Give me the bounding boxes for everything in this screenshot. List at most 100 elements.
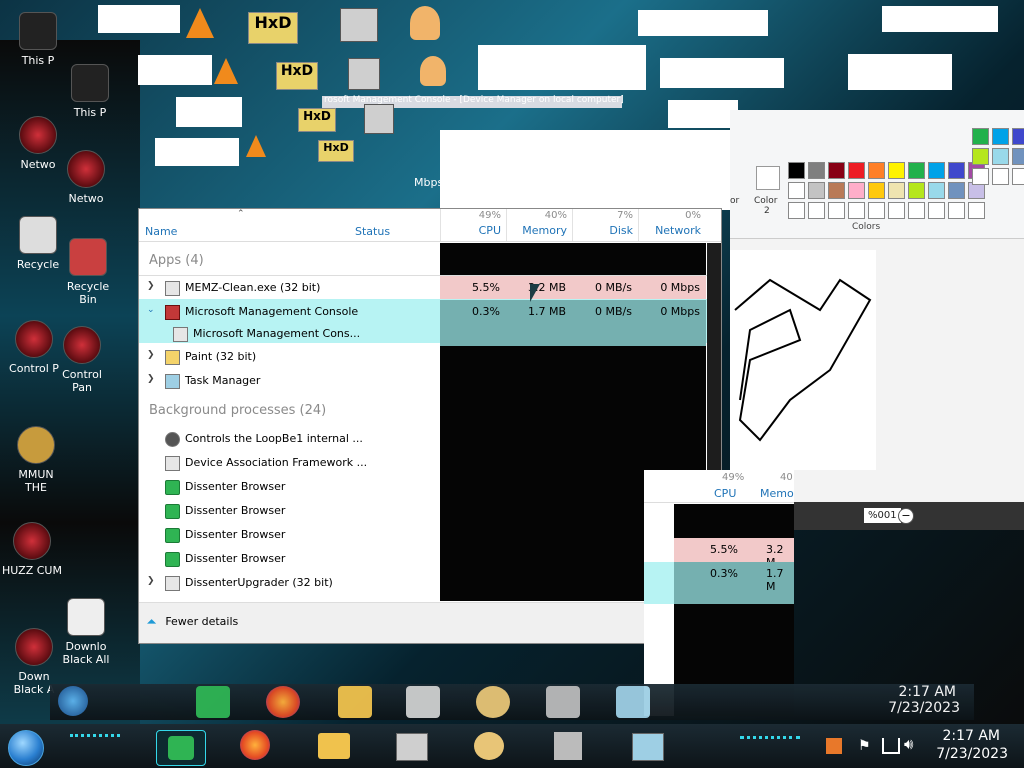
- color-swatch[interactable]: [848, 162, 865, 179]
- task-manager-window: ⌃ Name Status 49% CPU 40% Memory 7% Disk 0%…: [138, 208, 722, 644]
- process-row-dissenter[interactable]: Dissenter Browser: [139, 475, 707, 499]
- color-swatch[interactable]: [928, 202, 945, 219]
- color-swatch[interactable]: [868, 162, 885, 179]
- color-palette-ghost: [972, 128, 1024, 192]
- color2-swatch[interactable]: [756, 166, 780, 190]
- color-swatch[interactable]: [808, 182, 825, 199]
- process-name: MEMZ-Clean.exe (32 bit): [185, 281, 321, 294]
- color-swatch[interactable]: [828, 202, 845, 219]
- process-row-memz[interactable]: ❯ MEMZ-Clean.exe (32 bit) 5.5% 3.2 MB 0 …: [139, 275, 707, 301]
- color-swatch-ghost: [972, 168, 989, 185]
- hxd-icon: HxD: [248, 12, 298, 44]
- process-row-dissenter[interactable]: Dissenter Browser: [139, 523, 707, 547]
- color-swatch[interactable]: [948, 182, 965, 199]
- desktop-icon-huzz[interactable]: HUZZ CUM: [2, 522, 62, 592]
- vlc-icon: [186, 8, 214, 38]
- color-swatch[interactable]: [788, 202, 805, 219]
- process-row-paint[interactable]: ❯ Paint (32 bit): [139, 345, 707, 369]
- expand-arrow-icon[interactable]: ❯: [147, 374, 155, 384]
- ghost-mem-2: 1.7 M: [766, 567, 784, 593]
- ghost-clock-time: 2:17 AM: [898, 684, 956, 700]
- color-swatch[interactable]: [908, 182, 925, 199]
- color-swatch[interactable]: [808, 202, 825, 219]
- tray-app-icon[interactable]: [826, 738, 842, 754]
- process-row-taskmgr[interactable]: ❯ Task Manager: [139, 369, 707, 393]
- color-swatch[interactable]: [828, 182, 845, 199]
- color-palette: [788, 162, 985, 219]
- color-swatch[interactable]: [968, 202, 985, 219]
- ghost-mem-pct: 40: [780, 472, 793, 483]
- color-swatch-ghost: [992, 128, 1009, 145]
- process-row-mmc-child[interactable]: Microsoft Management Cons...: [139, 322, 707, 346]
- network-tray-icon[interactable]: [882, 738, 900, 754]
- glitch-block: [478, 45, 646, 90]
- expand-arrow-icon[interactable]: ❯: [147, 576, 155, 586]
- expand-arrow-icon[interactable]: ❯: [147, 281, 155, 291]
- column-memory[interactable]: 40% Memory: [506, 209, 573, 241]
- color-swatch[interactable]: [888, 162, 905, 179]
- color-swatch[interactable]: [848, 202, 865, 219]
- color-swatch[interactable]: [948, 202, 965, 219]
- mmc-icon: [396, 733, 428, 761]
- process-name: Task Manager: [185, 374, 261, 387]
- ghost-cpu-label: CPU: [714, 487, 737, 500]
- fewer-details-button[interactable]: ⏶ Fewer details: [147, 615, 238, 629]
- color-swatch[interactable]: [828, 162, 845, 179]
- color-swatch[interactable]: [908, 202, 925, 219]
- color-swatch[interactable]: [908, 162, 925, 179]
- color-swatch[interactable]: [788, 182, 805, 199]
- memory-cell: 1.7 MB: [506, 300, 572, 324]
- clock-time[interactable]: 2:17 AM: [942, 728, 1000, 744]
- process-row-dissenter[interactable]: Dissenter Browser: [139, 499, 707, 523]
- desktop-icon-money[interactable]: MMUN THE: [6, 426, 66, 496]
- task-manager-taskbar-button[interactable]: [632, 730, 666, 762]
- column-cpu[interactable]: 49% CPU: [440, 209, 507, 241]
- column-disk[interactable]: 7% Disk: [572, 209, 639, 241]
- collapse-arrow-icon[interactable]: ⌄: [147, 305, 155, 315]
- color-swatch[interactable]: [868, 202, 885, 219]
- color-swatch[interactable]: [808, 162, 825, 179]
- expand-arrow-icon[interactable]: ❯: [147, 350, 155, 360]
- process-row-dissenter-upgrader[interactable]: ❯ DissenterUpgrader (32 bit): [139, 571, 707, 595]
- task-manager-ghost: 49% CPU 40 Memor 5.5% 3.2 M 0.3% 1.7 M: [644, 470, 794, 716]
- paint-taskbar-button[interactable]: [474, 730, 508, 762]
- computer-icon: [71, 64, 109, 102]
- color-swatch[interactable]: [788, 162, 805, 179]
- color-swatch[interactable]: [928, 182, 945, 199]
- process-row-daf[interactable]: Device Association Framework ...: [139, 451, 707, 475]
- flag-icon[interactable]: ⚑: [858, 738, 871, 754]
- color-swatch[interactable]: [928, 162, 945, 179]
- clock-date[interactable]: 7/23/2023: [936, 746, 1008, 762]
- file-explorer-taskbar-button[interactable]: [318, 730, 352, 762]
- paint-canvas[interactable]: [730, 250, 876, 470]
- color-swatch[interactable]: [848, 182, 865, 199]
- volume-icon[interactable]: 🔊︎: [904, 735, 913, 753]
- paint-taskbar-icon: [476, 686, 510, 718]
- color-swatch[interactable]: [888, 202, 905, 219]
- taskmgr-taskbar-icon: [616, 686, 650, 718]
- mmc-taskbar-icon: [406, 686, 440, 718]
- desktop-icon-this-pc[interactable]: This P: [8, 12, 68, 82]
- start-button[interactable]: [8, 730, 44, 766]
- process-row-mmc[interactable]: ⌄ Microsoft Management Console 0.3% 1.7 …: [139, 300, 707, 324]
- desktop-icon-label: Recycle: [16, 258, 60, 271]
- dissenter-taskbar-button[interactable]: [156, 730, 206, 766]
- color-swatch[interactable]: [868, 182, 885, 199]
- glitch-block: [138, 55, 212, 85]
- firefox-taskbar-button[interactable]: [240, 730, 274, 762]
- process-row-dissenter[interactable]: Dissenter Browser: [139, 547, 707, 571]
- column-status[interactable]: Status: [355, 225, 390, 238]
- process-row-loopbe[interactable]: Controls the LoopBe1 internal ...: [139, 427, 707, 451]
- service-icon: [165, 456, 180, 471]
- mmc-taskbar-button[interactable]: [396, 730, 430, 762]
- glitch-block: [848, 54, 952, 90]
- printer-taskbar-icon: [546, 686, 580, 718]
- column-network[interactable]: 0% Network: [638, 209, 707, 241]
- firefox-icon: [240, 730, 270, 760]
- color-swatch[interactable]: [948, 162, 965, 179]
- desktop-icon-this-pc-ghost: This P: [60, 64, 120, 134]
- color-swatch[interactable]: [888, 182, 905, 199]
- column-name[interactable]: Name: [145, 225, 177, 238]
- zoom-out-button[interactable]: −: [898, 508, 914, 524]
- printer-taskbar-button[interactable]: [554, 730, 588, 762]
